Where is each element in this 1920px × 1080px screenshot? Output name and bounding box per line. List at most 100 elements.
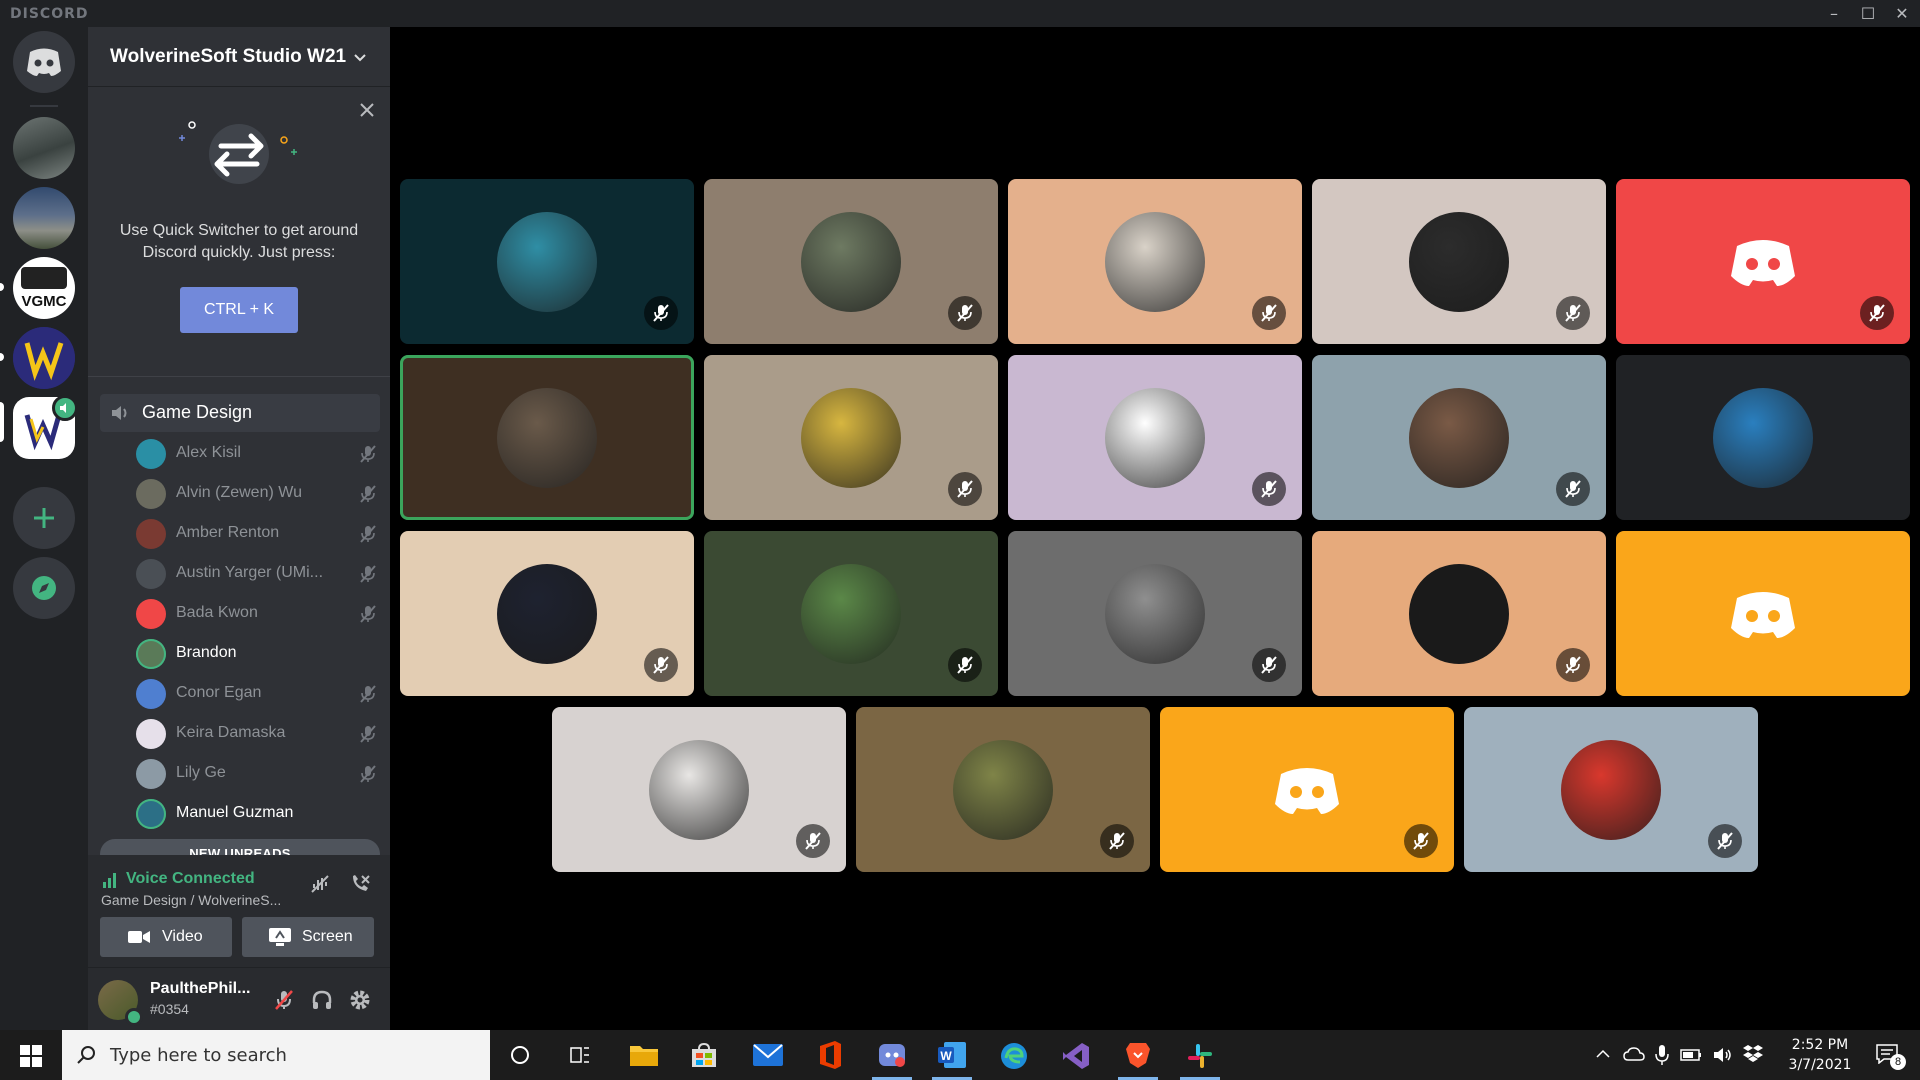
participant-tile[interactable] (1616, 355, 1910, 520)
voice-channel-path[interactable]: Game Design / WolverineS... (101, 892, 281, 908)
home-button[interactable] (13, 31, 75, 93)
muted-mic-icon (360, 485, 376, 503)
guild-header[interactable]: WolverineSoft Studio W21 (88, 27, 390, 87)
disconnect-icon[interactable] (348, 872, 372, 896)
participant-tile[interactable] (1464, 707, 1758, 872)
onedrive-cloud-icon[interactable] (1623, 1046, 1645, 1062)
slack-icon (1188, 1044, 1212, 1068)
screen-share-button[interactable]: Screen (242, 917, 374, 957)
participant-avatar (1105, 212, 1205, 312)
windows-start-icon[interactable] (20, 1045, 42, 1067)
controller-icon (21, 267, 67, 289)
participant-tile[interactable] (552, 707, 846, 872)
participant-tile[interactable] (1616, 179, 1910, 344)
participant-tile[interactable] (1312, 355, 1606, 520)
word-button[interactable]: W (924, 1030, 980, 1080)
slack-button[interactable] (1172, 1030, 1228, 1080)
voice-member[interactable]: Alvin (Zewen) Wu (128, 477, 378, 511)
participant-tile[interactable] (1008, 355, 1302, 520)
participant-tile[interactable] (704, 531, 998, 696)
close-icon[interactable] (358, 101, 376, 119)
server-icon-2[interactable] (13, 117, 75, 179)
visual-studio-button[interactable] (1048, 1030, 1104, 1080)
add-server-button[interactable] (13, 487, 75, 549)
noise-suppression-icon[interactable] (308, 872, 332, 896)
member-name: Austin Yarger (UMi... (176, 564, 324, 581)
muted-mic-icon (360, 765, 376, 783)
online-status-icon (125, 1008, 143, 1026)
store-button[interactable] (676, 1030, 732, 1080)
participant-tile[interactable] (1312, 531, 1606, 696)
notifications-button[interactable]: 8 (1870, 1040, 1906, 1070)
taskbar-search[interactable]: Type here to search (62, 1030, 490, 1080)
cortana-button[interactable] (492, 1030, 548, 1080)
mail-button[interactable] (740, 1030, 796, 1080)
explore-servers-button[interactable] (13, 557, 75, 619)
battery-icon[interactable] (1680, 1047, 1702, 1063)
voice-member[interactable]: Lily Ge (128, 757, 378, 791)
headphones-icon[interactable] (310, 988, 334, 1012)
task-view-button[interactable] (552, 1030, 608, 1080)
member-avatar (136, 679, 166, 709)
discord-taskbar-icon (879, 1044, 905, 1067)
muted-mic-icon (360, 725, 376, 743)
search-icon (77, 1046, 95, 1064)
participant-tile[interactable] (1008, 531, 1302, 696)
voice-member[interactable]: Alex Kisil (128, 437, 378, 471)
maximize-button[interactable]: ☐ (1850, 0, 1886, 27)
gear-icon[interactable] (348, 988, 372, 1012)
voice-channel-game-design[interactable]: Game Design (100, 394, 380, 432)
member-avatar (136, 639, 166, 669)
user-discriminator: #0354 (150, 1001, 189, 1017)
chevron-up-icon[interactable] (1595, 1047, 1611, 1061)
screen-label: Screen (302, 928, 353, 945)
brave-button[interactable] (1110, 1030, 1166, 1080)
discord-taskbar-button[interactable] (864, 1030, 920, 1080)
voice-member[interactable]: Manuel Guzman (128, 797, 378, 831)
word-icon: W (938, 1042, 966, 1068)
volume-icon[interactable] (1712, 1045, 1734, 1065)
plus-icon (34, 508, 54, 528)
file-explorer-button[interactable] (616, 1030, 672, 1080)
voice-member[interactable]: Austin Yarger (UMi... (128, 557, 378, 591)
microphone-muted-icon[interactable] (272, 988, 296, 1012)
ctrl-k-button[interactable]: CTRL + K (180, 287, 298, 333)
office-button[interactable] (802, 1030, 858, 1080)
app-brand: DISCORD (10, 6, 89, 22)
participant-tile[interactable] (1312, 179, 1606, 344)
voice-member[interactable]: Conor Egan (128, 677, 378, 711)
video-button[interactable]: Video (100, 917, 232, 957)
participant-tile[interactable] (856, 707, 1150, 872)
video-label: Video (162, 928, 203, 945)
participant-tile[interactable] (704, 179, 998, 344)
brave-lion-icon (1126, 1043, 1150, 1068)
participant-tile[interactable] (704, 355, 998, 520)
voice-member[interactable]: Brandon (128, 637, 378, 671)
participant-muted-icon (1708, 824, 1742, 858)
participant-avatar (1409, 212, 1509, 312)
voice-member[interactable]: Bada Kwon (128, 597, 378, 631)
participant-tile[interactable] (400, 531, 694, 696)
voice-member[interactable]: Keira Damaska (128, 717, 378, 751)
microphone-icon[interactable] (1655, 1044, 1669, 1066)
participant-muted-icon (1252, 296, 1286, 330)
edge-button[interactable] (986, 1030, 1042, 1080)
server-icon-5[interactable] (13, 327, 75, 389)
guild-name: WolverineSoft Studio W21 (110, 46, 347, 67)
taskbar-clock[interactable]: 2:52 PM 3/7/2021 (1770, 1035, 1870, 1075)
close-window-button[interactable]: ✕ (1884, 0, 1920, 27)
dropbox-icon[interactable] (1742, 1044, 1764, 1064)
participant-tile[interactable] (1160, 707, 1454, 872)
minimize-button[interactable]: – (1816, 0, 1852, 27)
participant-tile[interactable] (400, 179, 694, 344)
window-title-bar: DISCORD – ☐ ✕ (0, 0, 1920, 27)
voice-member[interactable]: Amber Renton (128, 517, 378, 551)
participant-tile[interactable] (1008, 179, 1302, 344)
signal-strength-icon[interactable] (102, 872, 120, 888)
server-icon-3[interactable] (13, 187, 75, 249)
participant-avatar (1257, 740, 1357, 840)
participant-tile[interactable] (1616, 531, 1910, 696)
server-icon-vgmc[interactable]: VGMC (13, 257, 75, 319)
participant-tile[interactable] (400, 355, 694, 520)
visual-studio-icon (1063, 1043, 1089, 1069)
